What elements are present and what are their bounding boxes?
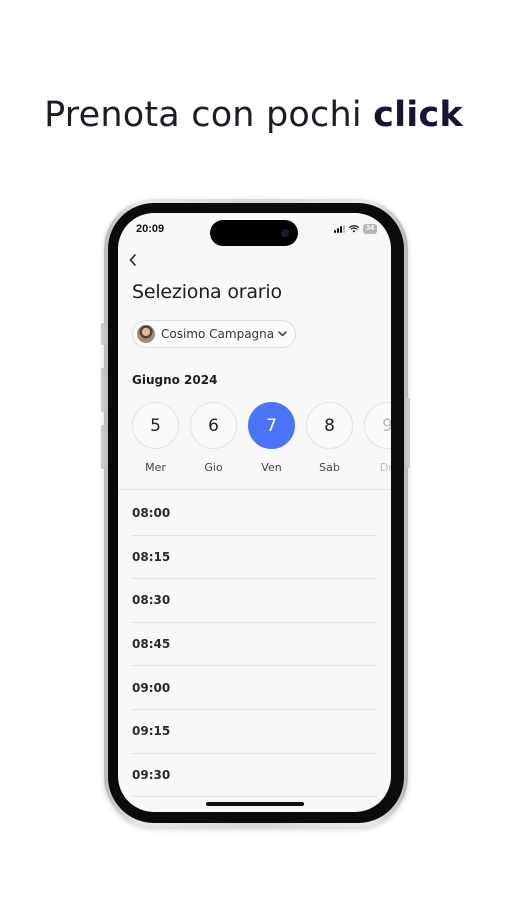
back-button[interactable] [128,253,144,271]
wifi-icon [349,225,360,233]
status-icons: 34 [334,224,377,234]
staff-selector[interactable]: Cosimo Campagna [132,320,297,348]
day-picker: 5 Mer 6 Gio 7 Ven 8 Sab 9 Do [132,402,391,474]
divider [118,489,391,490]
avatar [137,325,155,343]
volume-up-button [101,368,105,412]
camera-icon [281,229,289,237]
day-name: Do [379,461,391,474]
time-slot[interactable]: 08:15 [132,536,377,580]
time-slot[interactable]: 09:00 [132,666,377,710]
volume-down-button [101,425,105,469]
day-item[interactable]: 9 Do [364,402,391,474]
page: Prenota con pochi click 20:09 34 Selezio… [0,0,507,900]
day-item[interactable]: 5 Mer [132,402,179,474]
day-name: Ven [261,461,282,474]
time-slot[interactable]: 08:45 [132,623,377,667]
headline: Prenota con pochi click [0,95,507,135]
day-item-selected[interactable]: 7 Ven [248,402,295,474]
headline-emphasis: click [373,95,463,135]
silent-switch [101,323,105,345]
day-item[interactable]: 8 Sab [306,402,353,474]
month-label: Giugno 2024 [132,373,218,387]
signal-icon [334,225,346,233]
page-title: Seleziona orario [132,281,282,303]
time-slot[interactable]: 09:30 [132,754,377,798]
time-slot-list: 08:00 08:15 08:30 08:45 09:00 09:15 09:3… [132,492,377,798]
status-time: 20:09 [136,223,165,235]
time-slot[interactable]: 09:15 [132,710,377,754]
time-slot[interactable]: 08:30 [132,579,377,623]
day-number: 8 [306,402,353,449]
dynamic-island [210,220,298,246]
day-item[interactable]: 6 Gio [190,402,237,474]
phone-screen: 20:09 34 Seleziona orario Cosimo Campagn… [118,213,391,812]
day-number: 6 [190,402,237,449]
day-number: 7 [248,402,295,449]
day-number: 9 [364,402,391,449]
power-button [406,398,410,468]
day-number: 5 [132,402,179,449]
home-indicator[interactable] [206,802,304,806]
time-slot[interactable]: 08:00 [132,492,377,536]
headline-text: Prenota con pochi [44,95,362,135]
chevron-left-icon [129,254,136,266]
staff-name: Cosimo Campagna [161,327,275,341]
day-name: Gio [204,461,223,474]
day-name: Mer [145,461,166,474]
chevron-down-icon [278,331,287,337]
battery-icon: 34 [363,224,377,234]
day-name: Sab [319,461,340,474]
